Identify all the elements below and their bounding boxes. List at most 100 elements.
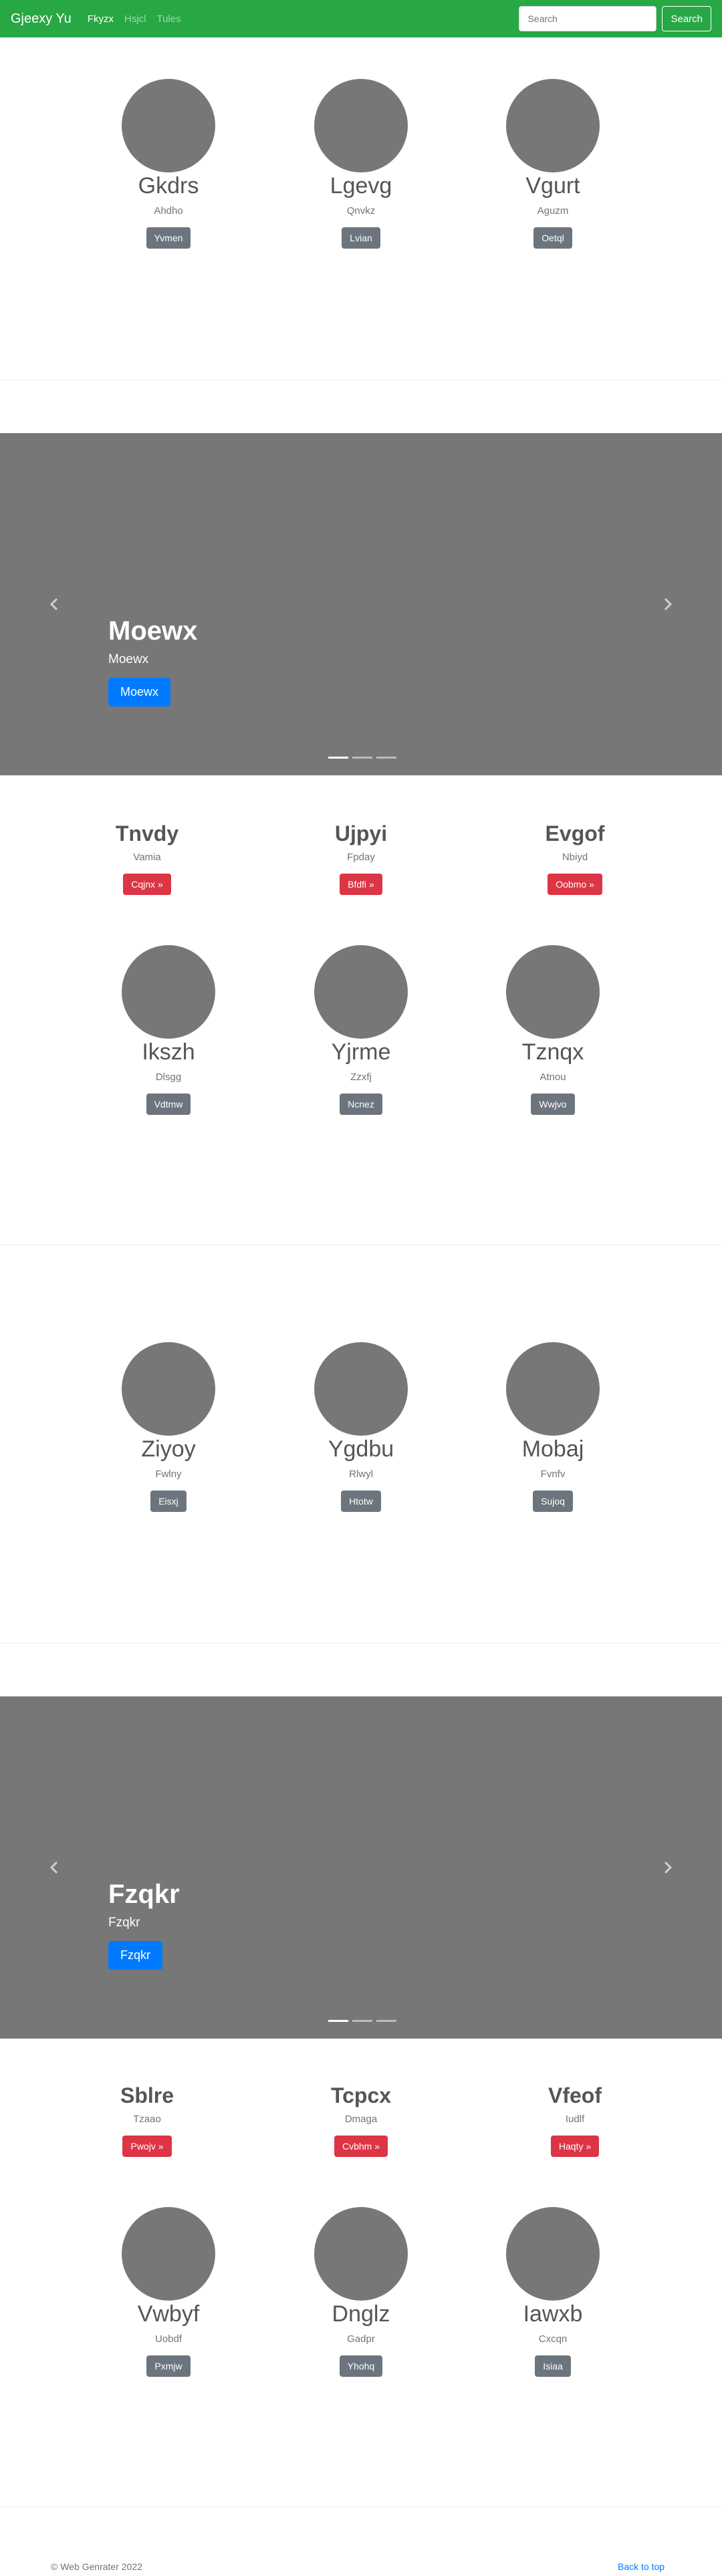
feature-button[interactable]: Cvbhm » — [334, 2136, 388, 2158]
feature-subtitle: Nbiyd — [562, 852, 588, 864]
carousel-indicators — [326, 757, 398, 759]
feature-button[interactable]: Oobmo » — [548, 874, 602, 896]
avatar-placeholder — [314, 1342, 408, 1436]
navbar: Gjeexy Yu Fkyzx Hsjcl Tules Search — [0, 0, 722, 37]
feature-button[interactable]: Pwojv » — [122, 2136, 172, 2158]
avatar-placeholder — [506, 79, 600, 172]
profile-card: Ygdbu Rlwyl Htotw — [261, 1342, 461, 1512]
avatar-placeholder — [122, 2207, 215, 2301]
back-to-top-link[interactable]: Back to top — [618, 2561, 665, 2572]
profile-button[interactable]: Pxmjw — [146, 2355, 191, 2377]
carousel-2: Fzqkr Fzqkr Fzqkr — [0, 1696, 722, 2039]
profile-subtitle: Ahdho — [154, 205, 183, 217]
profile-subtitle: Dlsgg — [155, 1071, 182, 1083]
feature-button[interactable]: Cqjnx » — [123, 874, 171, 896]
avatar-placeholder — [122, 945, 215, 1039]
carousel-button[interactable]: Fzqkr — [108, 1941, 162, 1970]
profile-subtitle: Cxcqn — [538, 2333, 568, 2345]
carousel-indicator[interactable] — [328, 757, 348, 759]
profile-card: Vgurt Aguzm Oetql — [453, 79, 653, 249]
profile-subtitle: Zzxfj — [350, 1071, 372, 1083]
feature-card: Tnvdy Vamia Cqjnx » — [47, 821, 247, 896]
carousel-indicator[interactable] — [352, 757, 372, 759]
carousel-title: Moewx — [108, 616, 198, 646]
profile-subtitle: Rlwyl — [349, 1468, 373, 1480]
avatar-placeholder — [314, 2207, 408, 2301]
profile-button[interactable]: Vdtmw — [146, 1093, 191, 1115]
carousel-prev-icon[interactable] — [48, 598, 62, 611]
profile-button[interactable]: Wwjvo — [531, 1093, 575, 1115]
profile-button[interactable]: Lvian — [342, 227, 380, 249]
carousel-next-icon[interactable] — [660, 598, 674, 611]
profile-card: Vwbyf Uobdf Pxmjw — [68, 2207, 269, 2377]
profile-button[interactable]: Yhohq — [339, 2355, 383, 2377]
feature-subtitle: Dmaga — [344, 2113, 378, 2126]
carousel-indicator[interactable] — [376, 757, 396, 759]
feature-subtitle: Iudlf — [565, 2113, 585, 2126]
carousel-indicator[interactable] — [328, 2020, 348, 2022]
carousel-prev-icon[interactable] — [48, 1861, 62, 1874]
avatar-placeholder — [122, 79, 215, 172]
profile-button[interactable]: Eisxj — [150, 1490, 187, 1512]
profile-name: Ygdbu — [328, 1436, 394, 1462]
profile-card: Iawxb Cxcqn Isiaa — [453, 2207, 653, 2377]
profile-name: Gkdrs — [138, 173, 199, 199]
feature-title: Evgof — [545, 821, 605, 846]
avatar-placeholder — [314, 79, 408, 172]
profile-button[interactable]: Sujoq — [533, 1490, 573, 1512]
avatar-placeholder — [506, 2207, 600, 2301]
section-divider — [0, 1643, 722, 1644]
feature-card: Ujpyi Fpday Bfdfi » — [261, 821, 461, 896]
profile-card: Tznqx Atnou Wwjvo — [453, 945, 653, 1115]
profile-button[interactable]: Htotw — [341, 1490, 381, 1512]
feature-title: Sblre — [120, 2083, 174, 2107]
feature-subtitle: Tzaao — [133, 2113, 161, 2126]
profile-card: Ikszh Dlsgg Vdtmw — [68, 945, 269, 1115]
profile-button[interactable]: Isiaa — [535, 2355, 571, 2377]
feature-card: Tcpcx Dmaga Cvbhm » — [261, 2083, 461, 2158]
carousel-indicator[interactable] — [376, 2020, 396, 2022]
feature-title: Ujpyi — [334, 821, 388, 846]
profile-card: Dnglz Gadpr Yhohq — [261, 2207, 461, 2377]
carousel-next-icon[interactable] — [660, 1861, 674, 1874]
feature-card: Vfeof Iudlf Haqty » — [475, 2083, 675, 2158]
search-button[interactable]: Search — [662, 6, 711, 31]
profile-name: Iawxb — [523, 2301, 583, 2327]
carousel-button[interactable]: Moewx — [108, 678, 171, 706]
profile-button[interactable]: Yvmen — [146, 227, 191, 249]
profile-subtitle: Uobdf — [154, 2333, 183, 2345]
profile-name: Dnglz — [332, 2301, 390, 2327]
avatar-placeholder — [506, 1342, 600, 1436]
feature-card: Sblre Tzaao Pwojv » — [47, 2083, 247, 2158]
profile-name: Yjrme — [331, 1039, 391, 1065]
profile-card: Lgevg Qnvkz Lvian — [261, 79, 461, 249]
carousel-caption: Fzqkr Fzqkr Fzqkr — [108, 1878, 180, 1970]
feature-button[interactable]: Haqty » — [550, 2136, 600, 2158]
avatar-placeholder — [314, 945, 408, 1039]
footer-copyright: © Web Genrater 2022 — [51, 2561, 142, 2572]
nav-link-1[interactable]: Fkyzx — [88, 13, 114, 25]
search-input[interactable] — [519, 6, 657, 31]
feature-title: Tnvdy — [115, 821, 179, 846]
nav-link-2[interactable]: Hsjcl — [124, 13, 146, 25]
profile-card: Gkdrs Ahdho Yvmen — [68, 79, 269, 249]
profile-subtitle: Gadpr — [347, 2333, 375, 2345]
feature-subtitle: Fpday — [347, 852, 375, 864]
feature-subtitle: Vamia — [133, 852, 161, 864]
feature-card: Evgof Nbiyd Oobmo » — [475, 821, 675, 896]
profile-name: Lgevg — [330, 173, 392, 199]
feature-title: Tcpcx — [330, 2083, 392, 2107]
carousel-indicators — [326, 2020, 398, 2022]
section-divider — [0, 2506, 722, 2507]
carousel-indicator[interactable] — [352, 2020, 372, 2022]
navbar-brand[interactable]: Gjeexy Yu — [11, 11, 72, 27]
feature-button[interactable]: Bfdfi » — [340, 874, 382, 896]
nav-link-3[interactable]: Tules — [156, 13, 180, 25]
profile-name: Vwbyf — [137, 2301, 200, 2327]
profile-name: Vgurt — [525, 173, 580, 199]
profile-subtitle: Atnou — [539, 1071, 566, 1083]
profile-button[interactable]: Oetql — [533, 227, 572, 249]
profile-button[interactable]: Ncnez — [340, 1093, 382, 1115]
profile-name: Ikszh — [142, 1039, 195, 1065]
carousel-1: Moewx Moewx Moewx — [0, 433, 722, 775]
